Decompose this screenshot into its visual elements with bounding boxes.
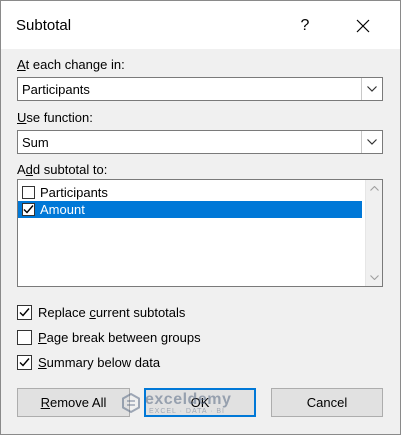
use-function-dropdown-button[interactable] <box>361 131 382 153</box>
ok-label: OK <box>190 395 210 410</box>
close-button[interactable] <box>341 9 385 43</box>
summary-below-data-label: Summary below data <box>38 355 161 370</box>
checkmark-icon <box>19 358 30 367</box>
chevron-up-icon <box>370 186 379 191</box>
checkmark-icon <box>19 308 30 317</box>
use-function-label: Use function: <box>17 110 93 125</box>
title-bar: Subtotal ? <box>1 1 400 49</box>
chevron-down-icon <box>367 86 377 92</box>
chevron-down-icon <box>367 139 377 145</box>
chevron-down-icon <box>370 275 379 280</box>
participants-checkbox[interactable] <box>22 186 35 199</box>
listbox-scrollbar[interactable] <box>365 180 382 286</box>
subtotal-dialog: Subtotal ? At each change in: Participan… <box>0 0 401 435</box>
list-item-amount[interactable]: Amount <box>18 201 362 218</box>
help-icon: ? <box>300 17 310 34</box>
scroll-up-button[interactable] <box>366 180 383 197</box>
remove-all-button[interactable]: Remove All <box>17 388 130 417</box>
remove-all-label: Remove All <box>40 395 107 410</box>
checkmark-icon <box>23 205 34 214</box>
ok-button[interactable]: OK <box>144 388 256 417</box>
page-break-label: Page break between groups <box>38 330 201 345</box>
scroll-down-button[interactable] <box>366 269 383 286</box>
summary-below-data-checkbox[interactable] <box>17 355 32 370</box>
at-each-change-dropdown-button[interactable] <box>361 78 382 100</box>
use-function-value: Sum <box>22 135 49 150</box>
at-each-change-value: Participants <box>22 82 90 97</box>
cancel-label: Cancel <box>306 395 348 410</box>
use-function-dropdown[interactable]: Sum <box>17 130 383 154</box>
amount-checkbox[interactable] <box>22 203 35 216</box>
close-icon <box>356 19 370 33</box>
add-subtotal-listbox[interactable]: Participants Amount <box>17 179 383 287</box>
list-item-participants[interactable]: Participants <box>18 184 362 201</box>
page-break-checkbox[interactable] <box>17 330 32 345</box>
help-button[interactable]: ? <box>283 9 327 43</box>
replace-current-subtotals-label: Replace current subtotals <box>38 305 186 320</box>
list-item-label: Participants <box>40 185 108 200</box>
cancel-button[interactable]: Cancel <box>271 388 383 417</box>
at-each-change-dropdown[interactable]: Participants <box>17 77 383 101</box>
dialog-title: Subtotal <box>16 17 72 34</box>
list-item-label: Amount <box>40 202 85 217</box>
at-each-change-label: At each change in: <box>17 57 125 72</box>
replace-current-subtotals-checkbox[interactable] <box>17 305 32 320</box>
add-subtotal-label: Add subtotal to: <box>17 162 108 177</box>
